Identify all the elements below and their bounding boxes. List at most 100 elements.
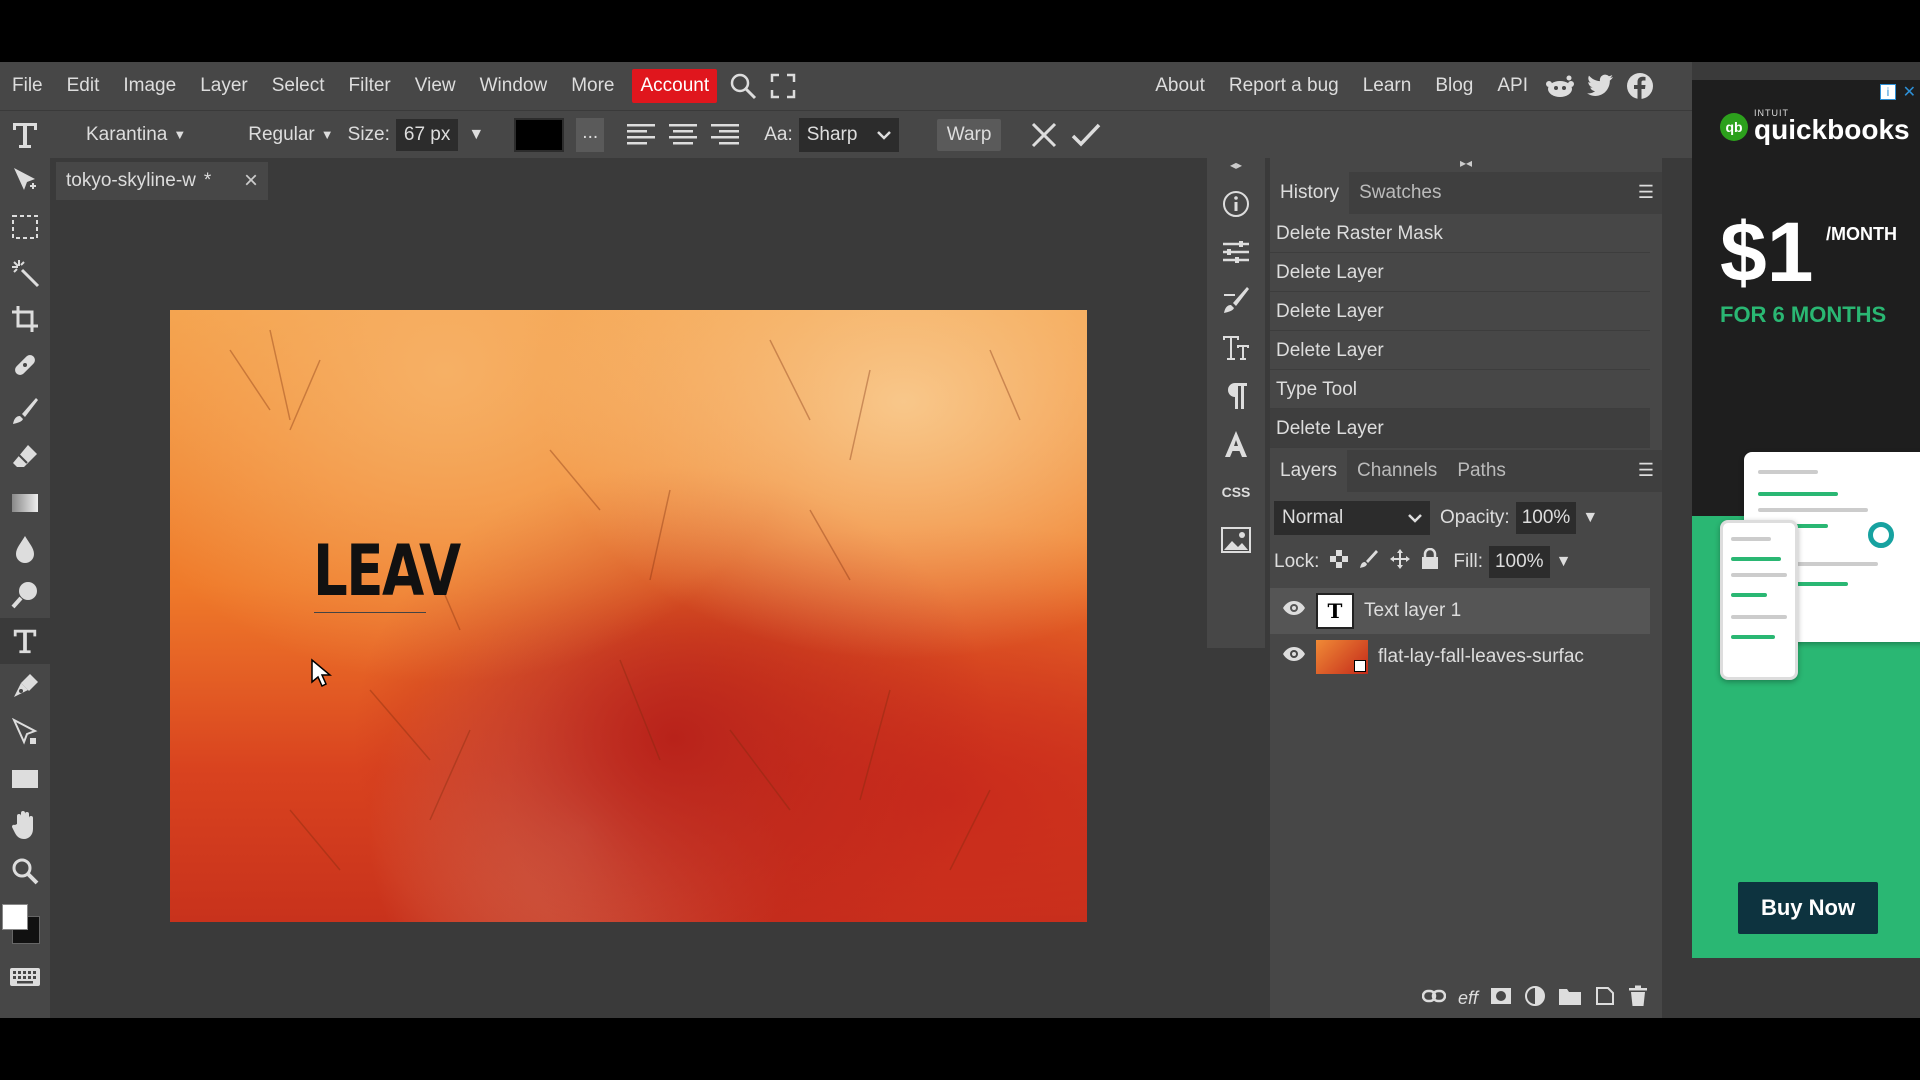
layer-row-image[interactable]: flat-lay-fall-leaves-surfac	[1270, 634, 1650, 680]
magic-wand-tool-icon[interactable]	[0, 250, 50, 296]
menu-view[interactable]: View	[403, 62, 468, 110]
menu-file[interactable]: File	[0, 62, 55, 110]
history-item[interactable]: Delete Layer	[1270, 253, 1650, 292]
menu-filter[interactable]: Filter	[337, 62, 403, 110]
zoom-tool-icon[interactable]	[0, 848, 50, 894]
tab-history[interactable]: History	[1270, 172, 1350, 214]
effects-icon[interactable]: eff	[1458, 988, 1478, 1009]
panel-menu-icon[interactable]: ☰	[1638, 182, 1654, 203]
history-item[interactable]: Delete Layer	[1270, 331, 1650, 370]
ad-buy-now-button[interactable]: Buy Now	[1738, 882, 1878, 934]
canvas-text-layer[interactable]: LEAV	[313, 530, 461, 612]
text-color-swatch[interactable]	[514, 117, 565, 152]
hand-tool-icon[interactable]	[0, 802, 50, 848]
keyboard-icon[interactable]	[0, 954, 50, 1000]
collapse-arrows-icon[interactable]: ◂▸	[1207, 158, 1265, 180]
tab-layers[interactable]: Layers	[1270, 450, 1348, 492]
adjustment-layer-icon[interactable]	[1524, 985, 1546, 1012]
font-family-dropdown[interactable]: Karantina ▼	[86, 124, 186, 146]
fullscreen-icon[interactable]	[763, 62, 803, 110]
advertisement[interactable]: i ✕ qb INTUIT quickbooks $1 /MONTH FOR 6…	[1692, 80, 1920, 958]
menu-about[interactable]: About	[1143, 62, 1217, 110]
blur-tool-icon[interactable]	[0, 526, 50, 572]
menu-blog[interactable]: Blog	[1423, 62, 1485, 110]
document-tab[interactable]: tokyo-skyline-w * ×	[56, 162, 268, 200]
antialias-dropdown[interactable]: Sharp	[798, 117, 899, 152]
commit-check-icon[interactable]	[1065, 118, 1107, 152]
history-item[interactable]: Delete Raster Mask	[1270, 214, 1650, 253]
info-icon[interactable]	[1207, 180, 1265, 228]
brush-settings-icon[interactable]	[1207, 276, 1265, 324]
new-layer-icon[interactable]	[1594, 985, 1616, 1012]
history-item[interactable]: Type Tool	[1270, 370, 1650, 409]
crop-tool-icon[interactable]	[0, 296, 50, 342]
image-canvas[interactable]: LEAV	[170, 310, 1087, 922]
history-item[interactable]: Delete Layer	[1270, 292, 1650, 331]
tab-channels[interactable]: Channels	[1347, 450, 1447, 492]
healing-tool-icon[interactable]	[0, 342, 50, 388]
opacity-dropdown-icon[interactable]: ▼	[1582, 509, 1598, 527]
path-select-tool-icon[interactable]	[0, 710, 50, 756]
lock-all-icon[interactable]	[1421, 547, 1439, 576]
facebook-icon[interactable]	[1620, 62, 1660, 110]
adjustments-icon[interactable]	[1207, 228, 1265, 276]
align-left-icon[interactable]	[620, 118, 662, 152]
ad-info-icon[interactable]: i	[1880, 84, 1896, 100]
align-right-icon[interactable]	[704, 118, 746, 152]
tab-swatches[interactable]: Swatches	[1349, 172, 1451, 214]
rectangle-tool-icon[interactable]	[0, 756, 50, 802]
blend-mode-dropdown[interactable]: Normal	[1274, 501, 1430, 535]
menu-account[interactable]: Account	[632, 69, 718, 103]
fill-dropdown-icon[interactable]: ▼	[1556, 553, 1572, 571]
trash-icon[interactable]	[1628, 985, 1648, 1012]
menu-edit[interactable]: Edit	[55, 62, 112, 110]
type-tool-icon[interactable]	[0, 618, 50, 664]
gradient-tool-icon[interactable]	[0, 480, 50, 526]
menu-select[interactable]: Select	[260, 62, 337, 110]
image-icon[interactable]	[1207, 516, 1265, 564]
tab-paths[interactable]: Paths	[1447, 450, 1516, 492]
mask-icon[interactable]	[1490, 987, 1512, 1010]
menu-image[interactable]: Image	[111, 62, 188, 110]
menu-more[interactable]: More	[559, 62, 626, 110]
align-center-icon[interactable]	[662, 118, 704, 152]
layer-row-text[interactable]: T Text layer 1	[1270, 588, 1650, 634]
warp-button[interactable]: Warp	[936, 118, 1002, 151]
fill-input[interactable]: 100%	[1488, 546, 1550, 578]
ad-close-icon[interactable]: ✕	[1903, 82, 1916, 102]
lock-transparency-icon[interactable]	[1329, 549, 1349, 575]
search-icon[interactable]	[723, 62, 763, 110]
glyphs-icon[interactable]	[1207, 420, 1265, 468]
more-options-button[interactable]: ...	[576, 117, 605, 152]
cancel-icon[interactable]	[1023, 118, 1065, 152]
brush-tool-icon[interactable]	[0, 388, 50, 434]
marquee-tool-icon[interactable]	[0, 204, 50, 250]
visibility-eye-icon[interactable]	[1282, 646, 1306, 668]
color-swatches-icon[interactable]	[0, 894, 50, 954]
menu-api[interactable]: API	[1485, 62, 1540, 110]
size-dropdown-icon[interactable]: ▼	[468, 126, 484, 144]
lock-pixels-icon[interactable]	[1359, 549, 1379, 575]
menu-layer[interactable]: Layer	[188, 62, 260, 110]
eraser-tool-icon[interactable]	[0, 434, 50, 480]
menu-learn[interactable]: Learn	[1351, 62, 1424, 110]
dodge-tool-icon[interactable]	[0, 572, 50, 618]
menu-report-bug[interactable]: Report a bug	[1217, 62, 1351, 110]
move-tool-icon[interactable]	[0, 158, 50, 204]
folder-icon[interactable]	[1558, 986, 1582, 1011]
css-icon[interactable]: CSS	[1207, 468, 1265, 516]
panel-expand-arrows-icon[interactable]: ▸◂	[1460, 156, 1472, 170]
reddit-icon[interactable]	[1540, 62, 1580, 110]
menu-window[interactable]: Window	[468, 62, 560, 110]
link-icon[interactable]	[1421, 989, 1447, 1008]
font-style-dropdown[interactable]: Regular ▼	[248, 124, 333, 146]
panel-menu-icon[interactable]: ☰	[1638, 460, 1654, 481]
visibility-eye-icon[interactable]	[1282, 600, 1306, 622]
lock-position-icon[interactable]	[1389, 548, 1411, 576]
font-size-input[interactable]: 67 px	[395, 118, 459, 151]
character-icon[interactable]	[1207, 324, 1265, 372]
twitter-icon[interactable]	[1580, 62, 1620, 110]
paragraph-icon[interactable]	[1207, 372, 1265, 420]
history-item-current[interactable]: Delete Layer	[1270, 409, 1650, 448]
opacity-input[interactable]: 100%	[1515, 502, 1577, 534]
